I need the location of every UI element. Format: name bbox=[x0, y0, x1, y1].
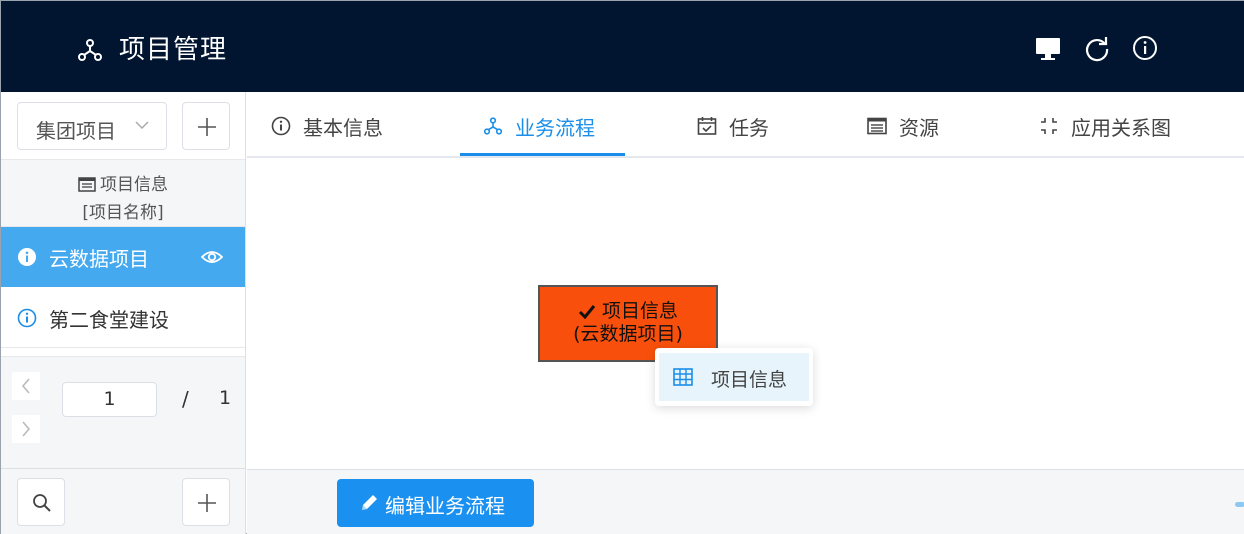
scrollbar-thumb[interactable] bbox=[1235, 502, 1244, 507]
tab-label: 资源 bbox=[899, 116, 939, 140]
list-item-label: 第二食堂建设 bbox=[49, 308, 169, 332]
group-select[interactable]: 集团项目 bbox=[17, 102, 167, 150]
prev-page-button[interactable] bbox=[12, 372, 40, 400]
network-nodes-icon bbox=[78, 39, 102, 61]
search-button[interactable] bbox=[17, 478, 65, 526]
page-separator: / bbox=[182, 387, 189, 411]
tab-tasks[interactable]: 任务 bbox=[697, 92, 807, 158]
chevron-right-icon bbox=[22, 421, 31, 437]
tab-label: 业务流程 bbox=[515, 116, 595, 140]
project-info-subtitle: [项目名称] bbox=[82, 203, 164, 223]
monitor-icon[interactable] bbox=[1034, 34, 1062, 62]
check-icon bbox=[578, 305, 596, 320]
edit-process-label: 编辑业务流程 bbox=[385, 494, 505, 518]
next-page-button[interactable] bbox=[12, 415, 40, 443]
refresh-icon[interactable] bbox=[1083, 34, 1111, 62]
context-menu: 项目信息 bbox=[655, 348, 813, 406]
process-node-subtitle: (云数据项目) bbox=[573, 323, 683, 345]
project-info-title: 项目信息 bbox=[100, 175, 168, 195]
info-icon bbox=[18, 248, 36, 266]
edit-process-button[interactable]: 编辑业务流程 bbox=[337, 479, 534, 527]
sidebar: 集团项目 项目信息 [项目名称] 云数据项目 第二食堂建设 1 / 1 bbox=[1, 92, 246, 534]
list-card-icon bbox=[867, 117, 887, 135]
tab-resources[interactable]: 资源 bbox=[867, 92, 977, 158]
tab-basic-info[interactable]: 基本信息 bbox=[271, 92, 411, 158]
page-total: 1 bbox=[219, 387, 232, 409]
list-card-icon bbox=[78, 177, 96, 192]
process-node-title-row: 项目信息 bbox=[540, 299, 716, 323]
info-icon[interactable] bbox=[1131, 34, 1159, 62]
list-item[interactable]: 第二食堂建设 bbox=[1, 288, 245, 348]
process-canvas[interactable]: 项目信息 (云数据项目) 项目信息 bbox=[247, 158, 1244, 469]
pencil-icon bbox=[362, 495, 377, 510]
group-select-value: 集团项目 bbox=[36, 119, 116, 143]
page-number-input[interactable]: 1 bbox=[62, 382, 157, 417]
app-window: 项目管理 集团项目 项目信息 [项目名称] 云数据项目 第二食堂建设 1 / 1… bbox=[0, 0, 1244, 534]
sidebar-footer bbox=[1, 468, 245, 534]
plus-icon bbox=[198, 494, 216, 512]
active-tab-indicator bbox=[460, 153, 625, 156]
tab-label: 应用关系图 bbox=[1071, 116, 1171, 140]
context-menu-item-label: 项目信息 bbox=[711, 369, 788, 391]
shrink-icon bbox=[1041, 118, 1057, 134]
tab-app-relation-graph[interactable]: 应用关系图 bbox=[1039, 92, 1199, 158]
list-item-label: 云数据项目 bbox=[49, 247, 149, 271]
tab-label: 任务 bbox=[729, 116, 769, 140]
context-menu-item[interactable]: 项目信息 bbox=[659, 353, 809, 401]
tab-business-process[interactable]: 业务流程 bbox=[483, 92, 623, 158]
bottom-toolbar: 编辑业务流程 bbox=[247, 469, 1244, 534]
tab-bar: 基本信息 业务流程 任务 资源 应用关系图 bbox=[247, 92, 1244, 158]
list-item[interactable]: 云数据项目 bbox=[1, 227, 245, 287]
calendar-check-icon bbox=[697, 117, 717, 135]
info-icon bbox=[17, 308, 37, 328]
project-info-header: 项目信息 [项目名称] bbox=[1, 159, 245, 227]
top-header: 项目管理 bbox=[1, 1, 1244, 92]
add-group-button[interactable] bbox=[182, 102, 230, 150]
project-info-title-row: 项目信息 bbox=[1, 170, 245, 195]
plus-icon bbox=[198, 118, 216, 136]
process-node-title: 项目信息 bbox=[601, 300, 678, 322]
chevron-down-icon bbox=[135, 121, 149, 130]
pagination: 1 / 1 bbox=[1, 356, 245, 468]
tab-label: 基本信息 bbox=[303, 116, 383, 140]
eye-icon[interactable] bbox=[201, 248, 223, 266]
network-nodes-icon bbox=[483, 117, 503, 135]
chevron-left-icon bbox=[21, 378, 30, 394]
info-icon bbox=[271, 116, 291, 136]
add-project-button[interactable] bbox=[182, 478, 230, 526]
search-icon bbox=[33, 494, 51, 512]
app-title: 项目管理 bbox=[119, 35, 228, 65]
table-icon bbox=[673, 368, 693, 386]
